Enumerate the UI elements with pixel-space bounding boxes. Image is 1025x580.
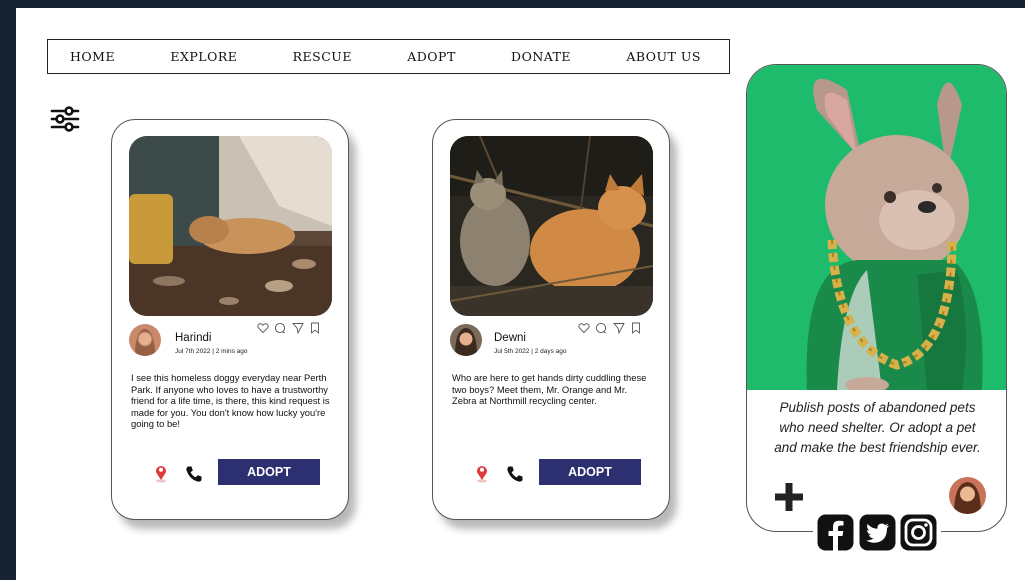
post-actions (578, 322, 642, 335)
post-timestamp: Jul 5th 2022 | 2 days ago (494, 348, 567, 355)
avatar[interactable] (129, 324, 161, 356)
post-author[interactable]: Harindi (175, 332, 211, 344)
nav-home[interactable]: HOME (70, 49, 115, 64)
nav-rescue[interactable]: RESCUE (293, 49, 352, 64)
promo-message: Publish posts of abandoned pets who need… (774, 400, 981, 456)
promo-panel: Publish posts of abandoned pets who need… (746, 64, 1007, 532)
post-author[interactable]: Dewni (494, 332, 526, 344)
post-body: I see this homeless doggy everyday near … (131, 372, 330, 430)
post-photo-cats[interactable] (450, 136, 653, 316)
twitter-icon[interactable] (859, 514, 896, 551)
post-timestamp: Jul 7th 2022 | 2 mins ago (175, 348, 248, 355)
post-card: Harindi Jul 7th 2022 | 2 mins ago I see … (111, 119, 349, 520)
page-canvas: HOME EXPLORE RESCUE ADOPT DONATE ABOUT U… (16, 8, 1025, 580)
heart-icon[interactable] (578, 322, 590, 334)
post-card: Dewni Jul 5th 2022 | 2 days ago Who are … (432, 119, 670, 520)
heart-icon[interactable] (257, 322, 269, 334)
facebook-icon[interactable] (817, 514, 854, 551)
promo-photo-french-bulldog (747, 65, 1006, 390)
bookmark-icon[interactable] (630, 322, 642, 334)
phone-icon[interactable] (506, 465, 524, 483)
share-icon[interactable] (612, 322, 625, 334)
share-icon[interactable] (291, 322, 304, 334)
post-actions (257, 322, 321, 335)
social-links (813, 511, 941, 553)
post-body: Who are here to get hands dirty cuddling… (452, 372, 647, 407)
avatar[interactable] (949, 477, 986, 514)
comment-icon[interactable] (274, 322, 286, 334)
comment-icon[interactable] (595, 322, 607, 334)
plus-icon[interactable] (773, 481, 805, 513)
top-nav: HOME EXPLORE RESCUE ADOPT DONATE ABOUT U… (47, 39, 730, 74)
post-photo-puppy[interactable] (129, 136, 332, 316)
nav-about-us[interactable]: ABOUT US (626, 49, 701, 64)
nav-donate[interactable]: DONATE (511, 49, 571, 64)
avatar[interactable] (450, 324, 482, 356)
phone-icon[interactable] (185, 465, 203, 483)
location-pin-icon[interactable] (154, 463, 168, 483)
adopt-button[interactable]: ADOPT (218, 459, 320, 485)
adopt-button[interactable]: ADOPT (539, 459, 641, 485)
location-pin-icon[interactable] (475, 463, 489, 483)
instagram-icon[interactable] (900, 514, 937, 551)
bookmark-icon[interactable] (309, 322, 321, 334)
nav-adopt[interactable]: ADOPT (407, 49, 456, 64)
nav-explore[interactable]: EXPLORE (170, 49, 237, 64)
sliders-icon[interactable] (50, 104, 80, 134)
